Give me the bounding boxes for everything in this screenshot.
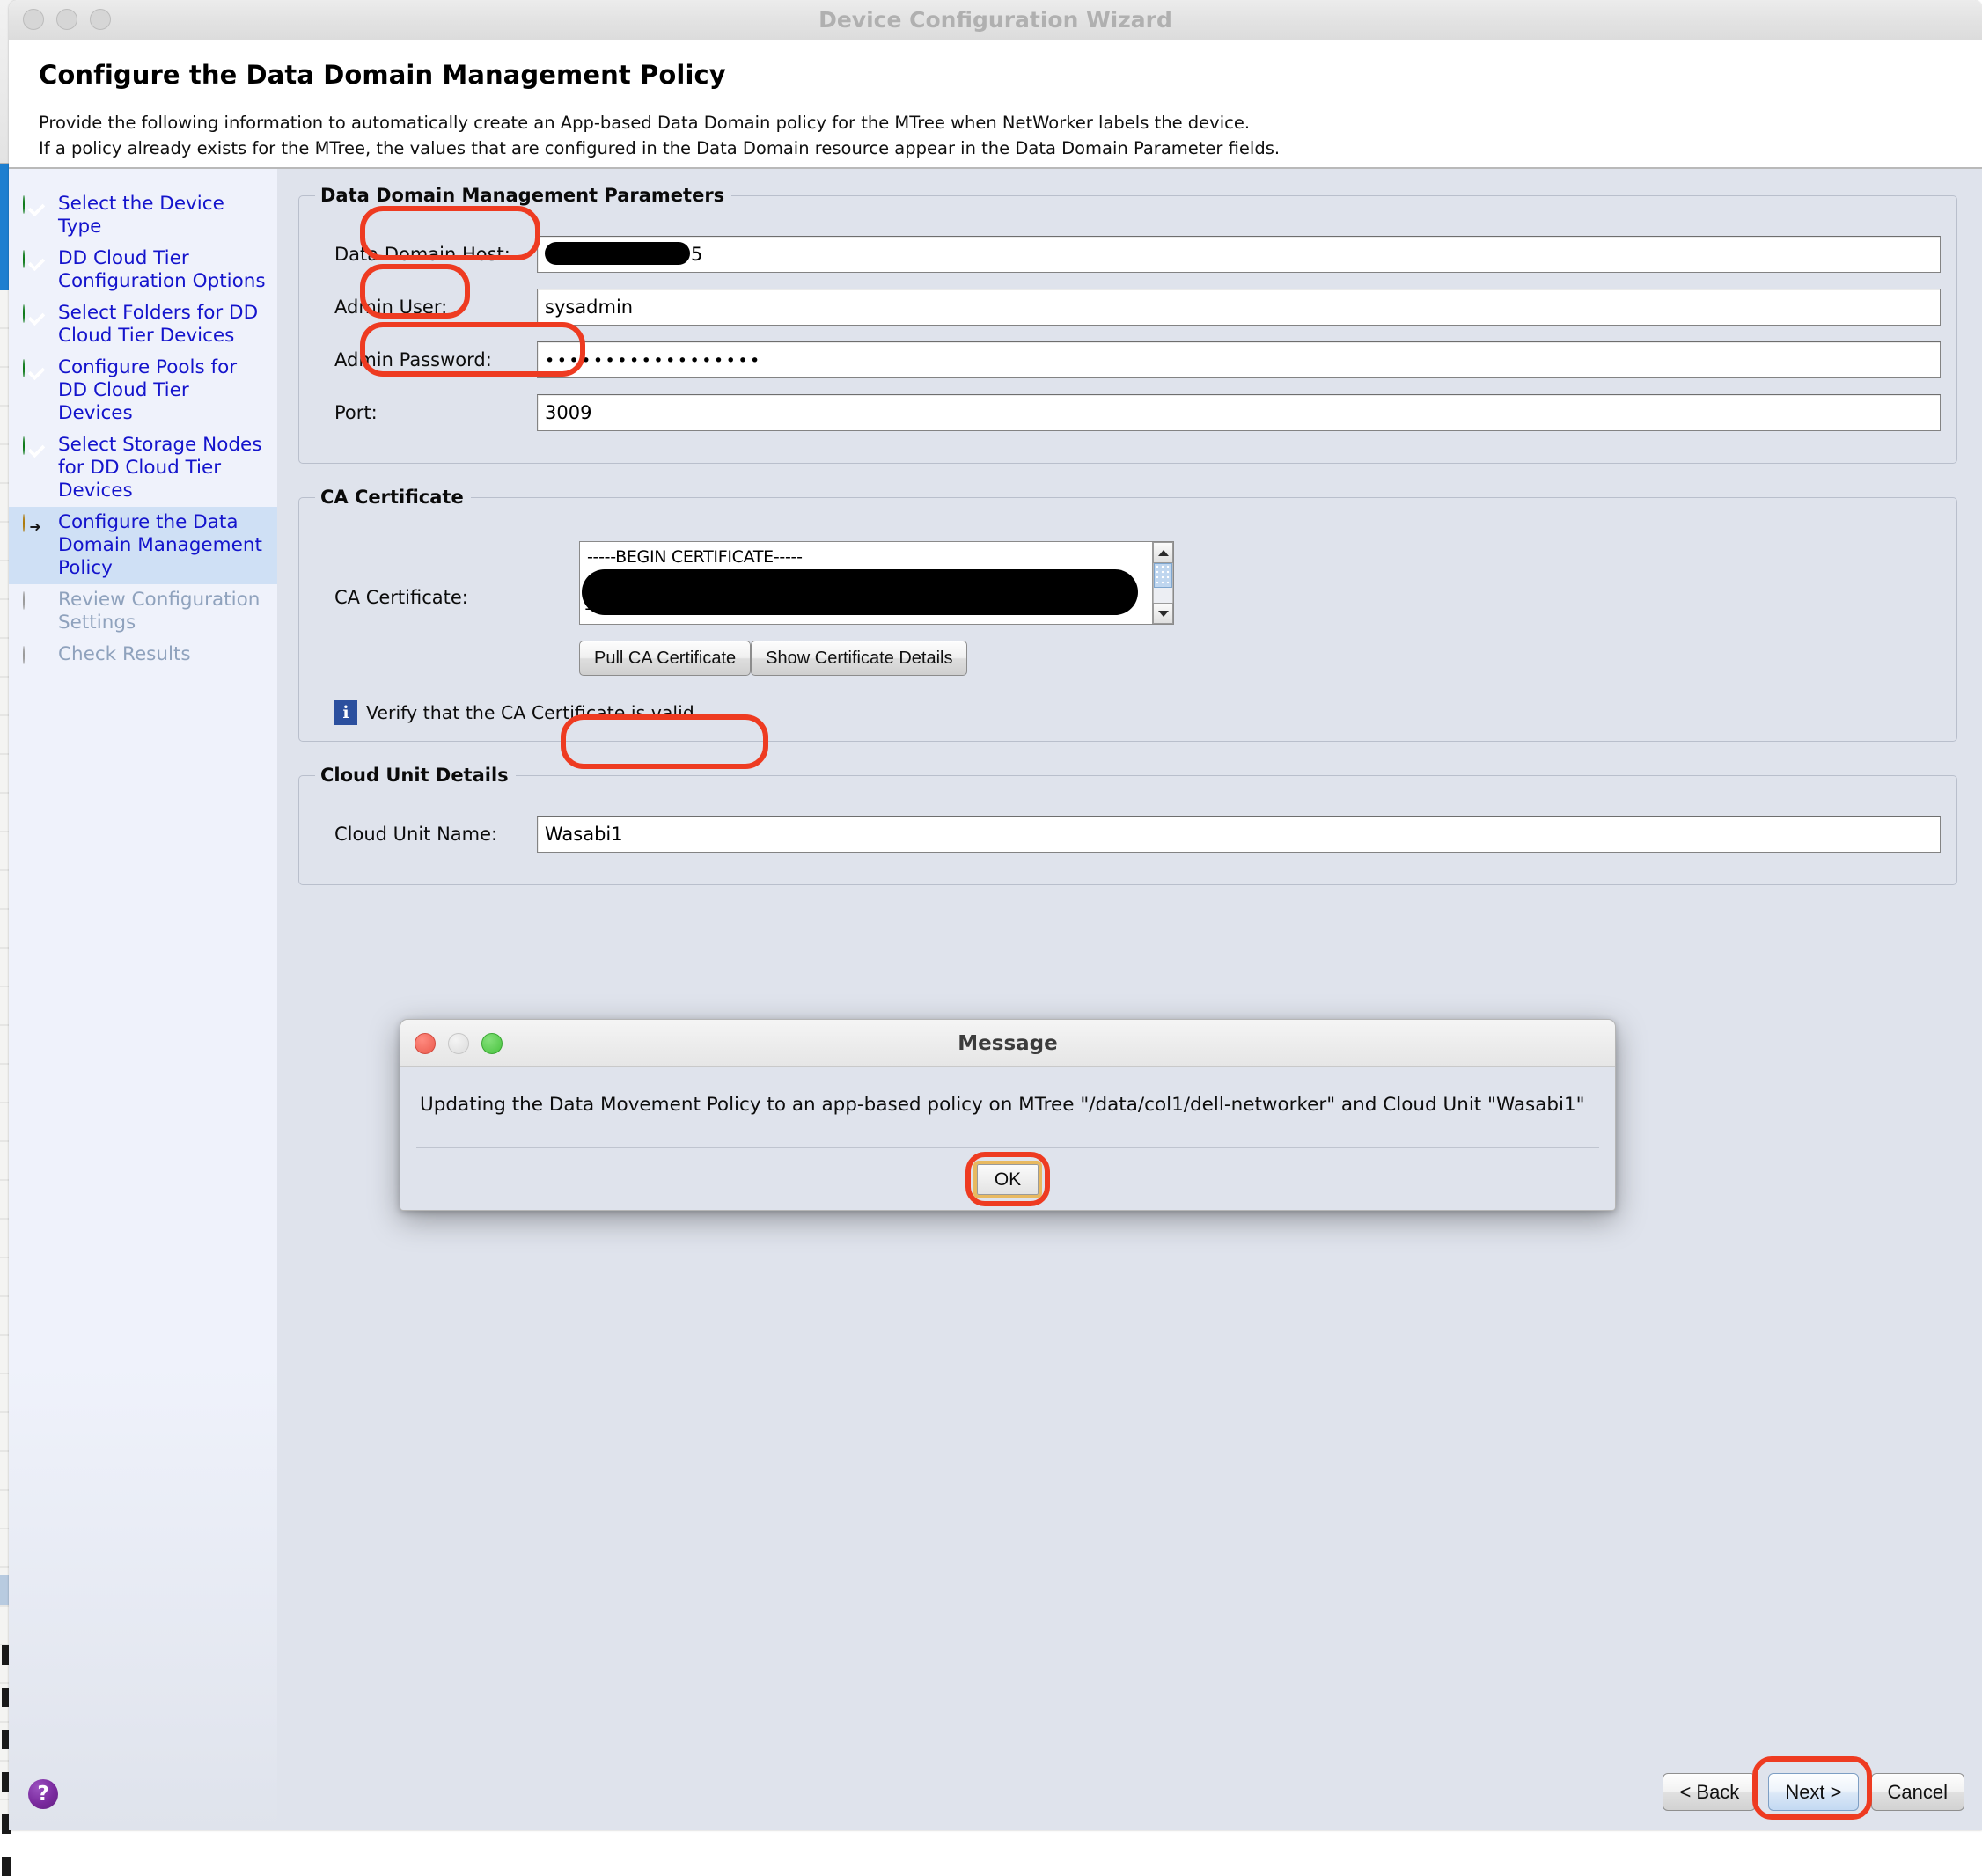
- sidebar-step-configure-pools[interactable]: Configure Pools for DD Cloud Tier Device…: [9, 352, 277, 429]
- ca-certificate-textarea[interactable]: -----BEGIN CERTIFICATE----- 1: [579, 541, 1174, 625]
- ca-certificate-info-row: i Verify that the CA Certificate is vali…: [315, 700, 1941, 725]
- group-legend: Cloud Unit Details: [320, 765, 509, 786]
- sidebar-step-check-results[interactable]: Check Results: [9, 639, 277, 678]
- message-dialog: Message Updating the Data Movement Polic…: [400, 1019, 1616, 1211]
- ca-certificate-trailing-char: 1: [584, 595, 595, 614]
- page-description: Provide the following information to aut…: [39, 110, 1952, 161]
- wizard-step-sidebar: Select the Device Type DD Cloud Tier Con…: [9, 169, 277, 1830]
- wizard-content: Select the Device Type DD Cloud Tier Con…: [9, 169, 1982, 1830]
- scroll-down-arrow-icon[interactable]: [1153, 603, 1173, 624]
- step-pending-icon: [23, 646, 48, 671]
- field-row-admin-user: Admin User: sysadmin: [315, 289, 1941, 326]
- field-row-data-domain-host: Data Domain Host: 5: [315, 236, 1941, 273]
- ca-certificate-button-row: Pull CA Certificate Show Certificate Det…: [315, 641, 1941, 676]
- scrollbar-track[interactable]: [1153, 563, 1173, 603]
- sidebar-step-label: Review Configuration Settings: [58, 589, 261, 634]
- message-dialog-titlebar: Message: [400, 1020, 1615, 1067]
- admin-password-input[interactable]: ••••••••••••••••••: [537, 341, 1941, 378]
- sidebar-step-label: Select Storage Nodes for DD Cloud Tier D…: [58, 434, 262, 502]
- ca-certificate-label: CA Certificate:: [334, 587, 468, 608]
- cancel-button[interactable]: Cancel: [1870, 1773, 1964, 1811]
- ca-certificate-box-wrapper: -----BEGIN CERTIFICATE----- 1: [579, 541, 1174, 625]
- step-complete-icon: [23, 250, 48, 275]
- message-dialog-title: Message: [958, 1032, 1058, 1055]
- port-value: 3009: [545, 402, 592, 423]
- field-row-port: Port: 3009: [315, 394, 1941, 431]
- step-complete-icon: [23, 304, 48, 330]
- page-title: Configure the Data Domain Management Pol…: [39, 60, 726, 90]
- port-label: Port:: [334, 402, 378, 423]
- cloud-unit-name-value: Wasabi1: [545, 824, 623, 845]
- sidebar-step-label: Select Folders for DD Cloud Tier Devices: [58, 302, 259, 347]
- step-complete-icon: [23, 359, 48, 385]
- port-input[interactable]: 3009: [537, 394, 1941, 431]
- group-legend: Data Domain Management Parameters: [320, 185, 725, 206]
- admin-user-label: Admin User:: [334, 297, 448, 318]
- sidebar-step-label: Select the Device Type: [58, 193, 224, 238]
- admin-user-value: sysadmin: [545, 297, 634, 318]
- ca-certificate-text: -----BEGIN CERTIFICATE----- 1: [580, 542, 1152, 624]
- step-pending-icon: [23, 591, 48, 617]
- sidebar-step-select-storage-nodes[interactable]: Select Storage Nodes for DD Cloud Tier D…: [9, 429, 277, 507]
- data-domain-host-value: 5: [691, 244, 703, 265]
- sidebar-step-label: Configure Pools for DD Cloud Tier Device…: [58, 356, 238, 424]
- cloud-unit-name-input[interactable]: Wasabi1: [537, 816, 1941, 853]
- sidebar-step-label: DD Cloud Tier Configuration Options: [58, 247, 266, 292]
- page-header: Configure the Data Domain Management Pol…: [9, 40, 1982, 164]
- info-icon: i: [334, 700, 357, 725]
- field-row-ca-certificate: CA Certificate: -----BEGIN CERTIFICATE--…: [315, 541, 1941, 625]
- highlight-ok-button: [965, 1152, 1050, 1206]
- sidebar-step-dd-cloud-tier-configuration-options[interactable]: DD Cloud Tier Configuration Options: [9, 243, 277, 297]
- step-complete-icon: [23, 436, 48, 462]
- data-domain-management-parameters-group: Data Domain Management Parameters Data D…: [298, 185, 1957, 464]
- help-question-icon[interactable]: ?: [28, 1779, 58, 1809]
- window-title: Device Configuration Wizard: [818, 7, 1172, 33]
- cloud-unit-name-label: Cloud Unit Name:: [334, 824, 498, 845]
- admin-password-label: Admin Password:: [334, 349, 492, 370]
- back-button[interactable]: < Back: [1663, 1773, 1757, 1811]
- step-current-arrow-icon: [23, 514, 48, 539]
- sidebar-step-label: Check Results: [58, 643, 191, 665]
- sidebar-step-select-device-type[interactable]: Select the Device Type: [9, 188, 277, 243]
- pull-ca-certificate-button[interactable]: Pull CA Certificate: [579, 641, 752, 676]
- step-complete-icon: [23, 195, 48, 221]
- show-certificate-details-button[interactable]: Show Certificate Details: [751, 641, 968, 676]
- sidebar-step-configure-data-domain-management-policy[interactable]: Configure the Data Domain Management Pol…: [9, 507, 277, 584]
- group-legend: CA Certificate: [320, 487, 464, 508]
- ca-certificate-group: CA Certificate CA Certificate: -----BEGI…: [298, 487, 1957, 742]
- data-domain-host-input[interactable]: 5: [537, 236, 1941, 273]
- data-domain-host-label: Data Domain Host:: [334, 244, 510, 265]
- admin-password-value: ••••••••••••••••••: [545, 351, 762, 370]
- device-configuration-wizard-window: Device Configuration Wizard Configure th…: [9, 0, 1982, 1830]
- ca-certificate-scrollbar[interactable]: [1152, 542, 1173, 624]
- field-row-admin-password: Admin Password: ••••••••••••••••••: [315, 341, 1941, 378]
- ca-certificate-info-text: Verify that the CA Certificate is valid.: [366, 702, 701, 723]
- sidebar-step-select-folders[interactable]: Select Folders for DD Cloud Tier Devices: [9, 297, 277, 352]
- field-row-cloud-unit-name: Cloud Unit Name: Wasabi1: [315, 816, 1941, 853]
- ca-certificate-first-line: -----BEGIN CERTIFICATE-----: [587, 547, 803, 567]
- page-description-line-1: Provide the following information to aut…: [39, 113, 1251, 133]
- sidebar-step-label: Configure the Data Domain Management Pol…: [58, 511, 262, 579]
- redaction-bar: [545, 242, 690, 265]
- sidebar-step-review-configuration-settings[interactable]: Review Configuration Settings: [9, 584, 277, 639]
- scroll-up-arrow-icon[interactable]: [1153, 542, 1173, 563]
- highlight-next-button: [1752, 1756, 1872, 1820]
- cloud-unit-details-group: Cloud Unit Details Cloud Unit Name: Wasa…: [298, 765, 1957, 885]
- admin-user-input[interactable]: sysadmin: [537, 289, 1941, 326]
- wizard-main-panel: Data Domain Management Parameters Data D…: [277, 169, 1982, 1830]
- message-dialog-footer: OK: [400, 1148, 1615, 1210]
- message-dialog-text: Updating the Data Movement Policy to an …: [420, 1094, 1585, 1116]
- scrollbar-thumb[interactable]: [1154, 563, 1172, 588]
- page-description-line-2: If a policy already exists for the MTree…: [39, 138, 1281, 158]
- window-titlebar: Device Configuration Wizard: [9, 0, 1982, 40]
- ca-certificate-redaction-bar: [582, 569, 1138, 615]
- wizard-footer: ? < Back Next > Cancel: [9, 1746, 1982, 1830]
